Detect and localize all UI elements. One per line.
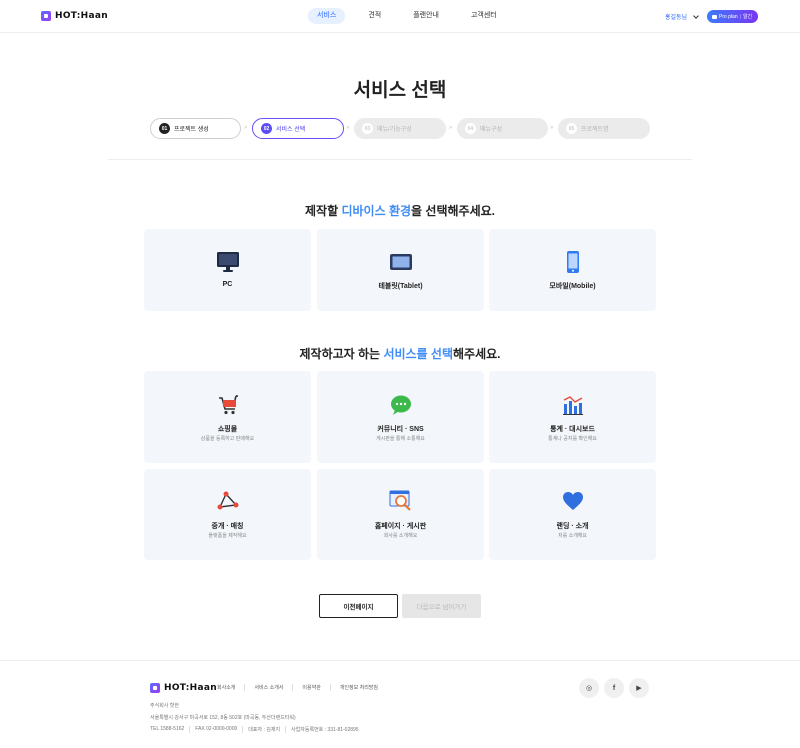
- service-option-dashboard[interactable]: 통계 · 대시보드 통계나 공지를 확인해요: [489, 371, 656, 463]
- footer-logo-text: HOT:Haan: [164, 683, 217, 693]
- browser-search-icon: [317, 490, 484, 512]
- device-label: 모바일(Mobile): [549, 283, 596, 290]
- service-desc: 회사를 소개해요: [383, 533, 418, 539]
- step-label: 메뉴구성: [480, 127, 503, 133]
- logo-text: HOT:Haan: [55, 11, 108, 21]
- logo-mark-icon: [41, 11, 51, 21]
- step-number: 01: [159, 123, 170, 134]
- nav-item-estimate[interactable]: 견적: [359, 8, 390, 24]
- footer-business-number: 사업자등록번호 : 331-81-02895: [291, 727, 359, 733]
- step-2[interactable]: 02 서비스 선택: [252, 118, 344, 139]
- bar-chart-icon: [489, 394, 656, 416]
- service-option-matching[interactable]: 중개 · 매칭 플랫폼을 제작해요: [144, 469, 311, 560]
- footer-company: 주식회사 핫한: [150, 703, 179, 709]
- device-option-tablet[interactable]: 테블릿(Tablet): [317, 229, 484, 311]
- service-desc: 저를 소개해요: [558, 533, 587, 539]
- step-number: 04: [465, 123, 476, 134]
- service-desc: 플랫폼을 제작해요: [208, 533, 247, 539]
- chevron-down-icon: [693, 12, 699, 19]
- step-number: 03: [362, 123, 373, 134]
- nav-item-service[interactable]: 서비스: [308, 8, 346, 24]
- service-option-landing[interactable]: 랜딩 · 소개 저를 소개해요: [489, 469, 656, 560]
- plan-label: Pro plan: [719, 13, 738, 20]
- step-label: 프로젝트 생성: [174, 127, 209, 133]
- step-number: 02: [261, 123, 272, 134]
- device-label: 테블릿(Tablet): [378, 283, 423, 290]
- plan-action: 알긴: [742, 14, 753, 20]
- mobile-icon: [489, 250, 656, 274]
- nav-item-support[interactable]: 고객센터: [462, 8, 506, 24]
- step-number: 05: [566, 123, 577, 134]
- service-option-homepage[interactable]: 홈페이지 · 게시판 회사를 소개해요: [317, 469, 484, 560]
- instagram-icon[interactable]: ◎: [579, 678, 599, 698]
- service-option-shopping[interactable]: 쇼핑몰 상품을 등록하고 판매해요: [144, 371, 311, 463]
- main-nav: 서비스 견적 플랜안내 고객센터: [308, 8, 520, 24]
- step-separator-icon: »: [550, 125, 554, 131]
- service-desc: 통계나 공지를 확인해요: [548, 436, 597, 442]
- footer: HOT:Haan 회사소개 서비스 소개서 이용약관 개인정보 처리방침 주식회…: [0, 660, 800, 748]
- next-step-button[interactable]: 다음으로 넘어가기: [402, 594, 481, 618]
- step-3: 03 메뉴/기능구성: [354, 118, 446, 139]
- service-label: 커뮤니티 · SNS: [377, 426, 424, 433]
- service-desc: 게시판을 통해 소통해요: [376, 436, 425, 442]
- service-label: 통계 · 대시보드: [550, 426, 595, 433]
- step-separator-icon: »: [449, 125, 453, 131]
- plan-badge[interactable]: Pro plan | 알긴: [707, 10, 758, 23]
- footer-link-about[interactable]: 회사소개: [217, 684, 246, 691]
- service-option-community[interactable]: 커뮤니티 · SNS 게시판을 통해 소통해요: [317, 371, 484, 463]
- step-5: 05 프로젝트명: [558, 118, 650, 139]
- device-section-title: 제작할 디바이스 환경을 선택해주세요.: [305, 204, 495, 218]
- step-progress: 01 프로젝트 생성 » 02 서비스 선택 » 03 메뉴/기능구성 » 04…: [150, 118, 650, 139]
- service-section-title: 제작하고자 하는 서비스를 선택해주세요.: [299, 347, 501, 361]
- service-desc: 상품을 등록하고 판매해요: [200, 436, 255, 442]
- footer-link-terms[interactable]: 이용약관: [293, 684, 331, 691]
- logo-mark-icon: [150, 683, 160, 693]
- step-label: 프로젝트명: [581, 127, 609, 133]
- monitor-icon: [144, 251, 311, 273]
- device-label: PC: [222, 281, 233, 288]
- plan-icon: [712, 14, 717, 19]
- footer-link-privacy[interactable]: 개인정보 처리방침: [331, 684, 387, 691]
- top-header: HOT:Haan 서비스 견적 플랜안내 고객센터 홍길동님 Pro plan …: [0, 0, 800, 33]
- step-separator-icon: »: [346, 125, 350, 131]
- footer-contacts: TEL 1588-5162 FAX 02-0000-0000 대표자 : 김재지…: [150, 726, 364, 733]
- footer-fax: FAX 02-0000-0000: [190, 726, 244, 733]
- nav-item-plan[interactable]: 플랜안내: [404, 8, 448, 24]
- chat-icon: [317, 394, 484, 416]
- service-label: 중개 · 매칭: [211, 523, 244, 530]
- footer-logo[interactable]: HOT:Haan: [150, 683, 217, 693]
- step-4: 04 메뉴구성: [457, 118, 548, 139]
- step-1[interactable]: 01 프로젝트 생성: [150, 118, 241, 139]
- tablet-icon: [317, 253, 484, 271]
- prev-page-button[interactable]: 이전페이지: [319, 594, 398, 618]
- user-menu[interactable]: 홍길동님: [665, 12, 699, 21]
- step-label: 서비스 선택: [276, 127, 306, 133]
- logo[interactable]: HOT:Haan: [41, 11, 108, 21]
- footer-ceo: 대표자 : 김재지: [243, 726, 287, 733]
- page-title: 서비스 선택: [353, 80, 447, 101]
- section-divider: [108, 159, 692, 160]
- network-icon: [144, 490, 311, 512]
- facebook-icon[interactable]: f: [604, 678, 624, 698]
- footer-address: 서울특별시 강서구 마곡서로 152, 8동 502호 (마곡동, 두산더랜드타…: [150, 715, 296, 721]
- cart-icon: [144, 394, 311, 416]
- service-label: 랜딩 · 소개: [556, 523, 589, 530]
- step-separator-icon: »: [244, 125, 248, 131]
- user-name: 홍길동님: [665, 15, 688, 21]
- device-option-mobile[interactable]: 모바일(Mobile): [489, 229, 656, 311]
- footer-link-service-intro[interactable]: 서비스 소개서: [245, 684, 294, 691]
- service-label: 홈페이지 · 게시판: [374, 523, 427, 530]
- step-label: 메뉴/기능구성: [377, 127, 412, 133]
- service-label: 쇼핑몰: [217, 426, 238, 433]
- youtube-icon[interactable]: ▶: [629, 678, 649, 698]
- device-option-pc[interactable]: PC: [144, 229, 311, 311]
- footer-links: 회사소개 서비스 소개서 이용약관 개인정보 처리방침: [217, 684, 387, 691]
- heart-icon: [489, 491, 656, 511]
- footer-tel: TEL 1588-5162: [150, 726, 191, 733]
